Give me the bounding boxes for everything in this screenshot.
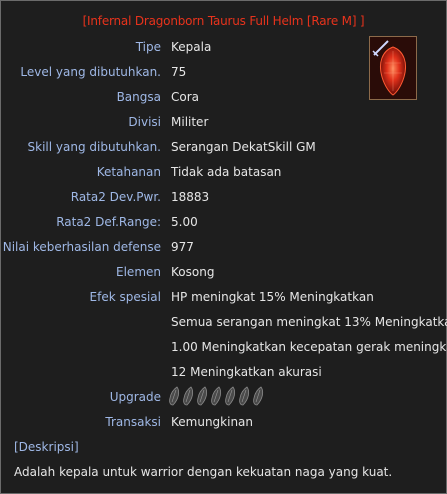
stat-value: 18883	[171, 190, 210, 204]
stat-row-type: Tipe Kepala	[1, 40, 446, 60]
empty-talic-slot-icon	[183, 386, 194, 406]
stat-row-race: Bangsa Cora	[1, 90, 446, 110]
stat-row-skill: Skill yang dibutuhkan. Serangan DekatSki…	[1, 140, 446, 160]
special-effect-line: Semua serangan meningkat 13% Meningkatka…	[171, 315, 447, 329]
stat-row-def-range: Rata2 Def.Range: 5.00	[1, 215, 446, 235]
stat-label: Rata2 Dev.Pwr.	[70, 190, 161, 204]
stat-label: Tipe	[135, 40, 161, 54]
stat-row-element: Elemen Kosong	[1, 265, 446, 285]
stat-row-durability: Ketahanan Tidak ada batasan	[1, 165, 446, 185]
stat-label: Level yang dibutuhkan.	[20, 65, 161, 79]
stat-label: Divisi	[128, 115, 161, 129]
stat-label: Elemen	[116, 265, 161, 279]
stat-value: 5.00	[171, 215, 198, 229]
stat-label: Bangsa	[116, 90, 161, 104]
empty-talic-slot-icon	[225, 386, 236, 406]
stat-value: Kepala	[171, 40, 212, 54]
stat-row-transaction: Transaksi Kemungkinan	[1, 415, 446, 435]
empty-talic-slot-icon	[169, 386, 180, 406]
stat-value: Serangan DekatSkill GM	[171, 140, 316, 154]
stat-value: HP meningkat 15% Meningkatkan	[171, 290, 374, 304]
stat-label: Upgrade	[109, 390, 161, 404]
item-tooltip: [Infernal Dragonborn Taurus Full Helm [R…	[0, 0, 447, 494]
stat-label: Efek spesial	[89, 290, 161, 304]
empty-talic-slot-icon	[211, 386, 222, 406]
stat-row-division: Divisi Militer	[1, 115, 446, 135]
stat-row-defense-success: Nilai keberhasilan defense 977	[1, 240, 446, 260]
description-header: [Deskripsi]	[14, 440, 79, 454]
stat-value: Tidak ada batasan	[171, 165, 282, 179]
item-description: Adalah kepala untuk warrior dengan kekua…	[14, 465, 393, 479]
stat-value: 75	[171, 65, 187, 79]
stat-value: 977	[171, 240, 194, 254]
stat-value: Militer	[171, 115, 209, 129]
stat-label: Rata2 Def.Range:	[56, 215, 161, 229]
stat-row-level: Level yang dibutuhkan. 75	[1, 65, 446, 85]
stat-label: Ketahanan	[96, 165, 161, 179]
empty-talic-slot-icon	[253, 386, 264, 406]
special-effect-line: 12 Meningkatkan akurasi	[171, 365, 322, 379]
item-title: [Infernal Dragonborn Taurus Full Helm [R…	[82, 14, 365, 28]
stat-row-def-power: Rata2 Dev.Pwr. 18883	[1, 190, 446, 210]
stat-label: Skill yang dibutuhkan.	[27, 140, 161, 154]
stat-value: Cora	[171, 90, 200, 104]
empty-talic-slot-icon	[239, 386, 250, 406]
stat-label: Transaksi	[105, 415, 161, 429]
empty-talic-slot-icon	[197, 386, 208, 406]
stat-value: Kosong	[171, 265, 215, 279]
stat-value: Kemungkinan	[171, 415, 254, 429]
stat-label: Nilai keberhasilan defense	[2, 240, 161, 254]
upgrade-slots	[167, 385, 265, 407]
special-effect-line: 1.00 Meningkatkan kecepatan gerak mening…	[171, 340, 447, 354]
stat-row-special-effect: Efek spesial HP meningkat 15% Meningkatk…	[1, 290, 446, 310]
